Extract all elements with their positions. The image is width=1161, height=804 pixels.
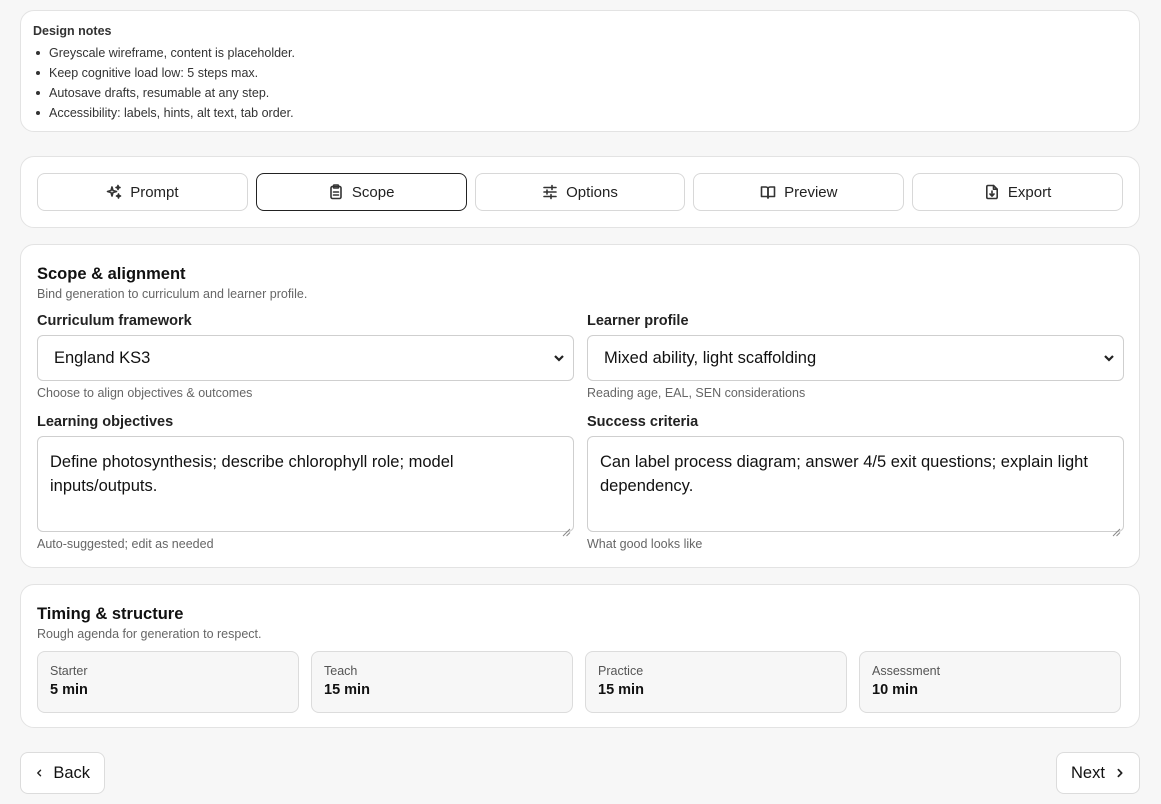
objectives-field: Learning objectives Define photosynthesi…	[37, 414, 574, 551]
resize-handle[interactable]	[1112, 520, 1121, 537]
design-note-item: Greyscale wireframe, content is placehol…	[33, 43, 1127, 63]
timing-tile-label: Assessment	[872, 664, 941, 678]
design-notes-card: Design notes Greyscale wireframe, conten…	[20, 10, 1140, 132]
back-button[interactable]: Back	[20, 752, 105, 794]
learner-field: Learner profile Mixed ability, light sca…	[587, 313, 1124, 400]
resize-grip-icon	[1112, 528, 1121, 537]
design-notes-list: Greyscale wireframe, content is placehol…	[33, 43, 1127, 123]
scope-alignment-section: Scope & alignment Bind generation to cur…	[20, 244, 1140, 568]
step-prompt[interactable]: Prompt	[37, 173, 248, 211]
section-description: Bind generation to curriculum and learne…	[37, 287, 308, 301]
step-options-label: Options	[566, 183, 618, 201]
step-scope-label: Scope	[351, 183, 395, 201]
curriculum-field: Curriculum framework England KS3 Choose …	[37, 313, 574, 400]
section-title: Scope & alignment	[37, 265, 186, 283]
timing-tile-starter[interactable]: Starter 5 min	[37, 651, 299, 713]
learner-hint: Reading age, EAL, SEN considerations	[587, 386, 806, 400]
timing-tile-teach[interactable]: Teach 15 min	[311, 651, 573, 713]
curriculum-label: Curriculum framework	[37, 313, 192, 329]
objectives-hint: Auto-suggested; edit as needed	[37, 537, 214, 551]
section-description: Rough agenda for generation to respect.	[37, 627, 262, 641]
next-button[interactable]: Next	[1056, 752, 1140, 794]
step-export-label: Export	[1007, 183, 1052, 201]
chevron-left-icon	[37, 769, 42, 777]
step-preview[interactable]: Preview	[693, 173, 905, 211]
timing-structure-section: Timing & structure Rough agenda for gene…	[20, 584, 1140, 728]
timing-tile-value: 15 min	[598, 682, 644, 698]
success-textarea[interactable]: Can label process diagram; answer 4/5 ex…	[587, 436, 1124, 537]
sliders-icon	[543, 184, 557, 200]
timing-tile-label: Teach	[324, 664, 358, 678]
clipboard-icon	[330, 184, 342, 200]
success-label: Success criteria	[587, 414, 699, 430]
curriculum-hint: Choose to align objectives & outcomes	[37, 386, 253, 400]
chevron-down-icon	[554, 355, 564, 362]
timing-tile-value: 5 min	[50, 682, 88, 698]
design-note-item: Accessibility: labels, hints, alt text, …	[33, 103, 1127, 123]
section-title: Timing & structure	[37, 605, 184, 623]
timing-tile-label: Practice	[598, 664, 644, 678]
wizard-steps: Prompt Scope Options Preview Export	[20, 156, 1140, 228]
design-note-item: Keep cognitive load low: 5 steps max.	[33, 63, 1127, 83]
step-prompt-label: Prompt	[130, 183, 179, 201]
step-scope[interactable]: Scope	[255, 173, 467, 211]
curriculum-select[interactable]: England KS3	[37, 335, 574, 381]
design-note-item: Autosave drafts, resumable at any step.	[33, 83, 1127, 103]
timing-tile-assessment[interactable]: Assessment 10 min	[859, 651, 1121, 713]
step-preview-label: Preview	[784, 183, 838, 201]
learner-select[interactable]: Mixed ability, light scaffolding	[587, 335, 1124, 381]
book-open-icon	[760, 186, 776, 199]
step-options[interactable]: Options	[474, 173, 686, 211]
next-label: Next	[1071, 763, 1105, 782]
curriculum-value: England KS3	[54, 348, 151, 367]
resize-grip-icon	[562, 528, 571, 537]
objectives-value: Define photosynthesis; describe chloroph…	[50, 453, 454, 495]
success-field: Success criteria Can label process diagr…	[587, 414, 1124, 551]
success-hint: What good looks like	[587, 537, 703, 551]
timing-tile-label: Starter	[50, 664, 88, 678]
sparkles-icon	[106, 184, 122, 199]
chevron-right-icon	[1117, 768, 1123, 778]
resize-handle[interactable]	[562, 520, 571, 537]
timing-tile-practice[interactable]: Practice 15 min	[585, 651, 847, 713]
timing-tile-value: 15 min	[324, 682, 370, 698]
chevron-down-icon	[1104, 355, 1114, 362]
back-label: Back	[53, 763, 90, 782]
learner-value: Mixed ability, light scaffolding	[604, 348, 817, 367]
learner-label: Learner profile	[587, 313, 689, 329]
objectives-textarea[interactable]: Define photosynthesis; describe chloroph…	[37, 436, 574, 537]
design-notes-title: Design notes	[33, 24, 112, 38]
objectives-label: Learning objectives	[37, 414, 174, 430]
success-value: Can label process diagram; answer 4/5 ex…	[600, 453, 1088, 495]
timing-tile-value: 10 min	[872, 682, 918, 698]
step-export[interactable]: Export	[912, 173, 1123, 211]
file-download-icon	[985, 184, 998, 200]
